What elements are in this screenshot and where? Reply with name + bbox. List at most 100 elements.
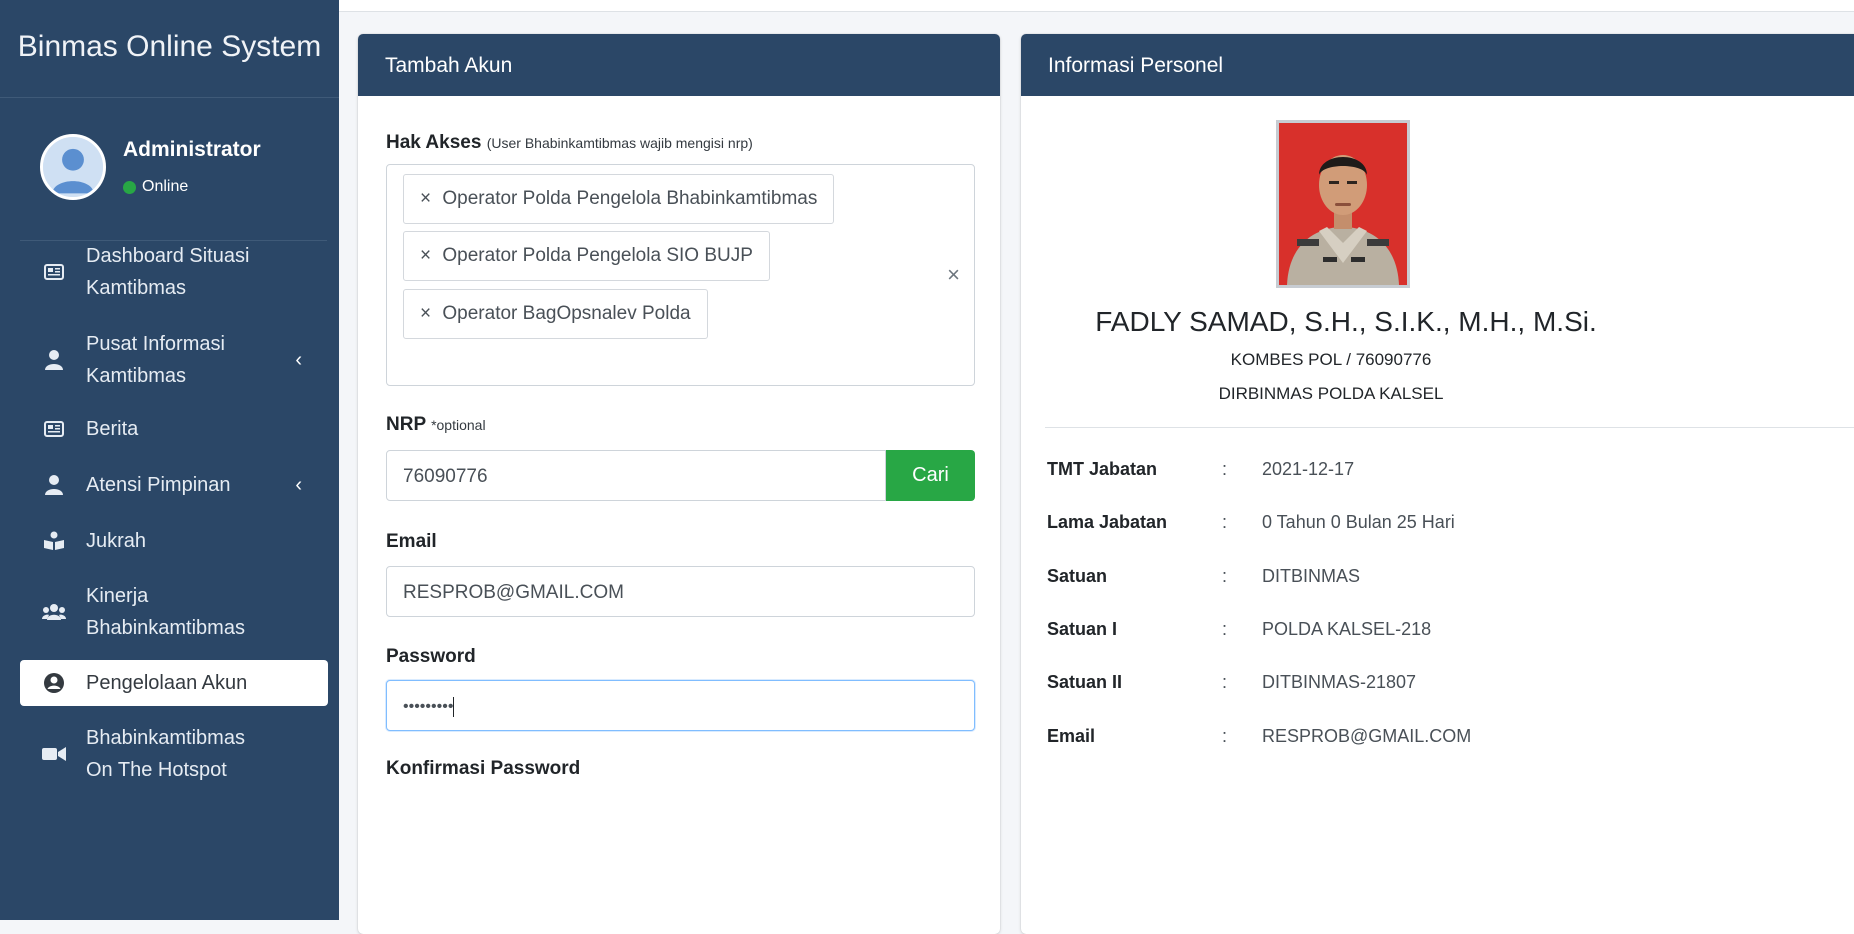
- password-input[interactable]: •••••••••: [386, 680, 975, 731]
- email-input[interactable]: RESPROB@GMAIL.COM: [386, 566, 975, 617]
- hak-akses-multiselect[interactable]: × Operator Polda Pengelola Bhabinkamtibm…: [386, 164, 975, 386]
- hak-akses-label-text: Hak Akses: [386, 132, 482, 153]
- nrp-label: NRP *optional: [386, 414, 486, 436]
- info-separator: :: [1222, 566, 1228, 586]
- card-title: Tambah Akun: [358, 34, 1000, 96]
- info-row-satuan-i: Satuan I : POLDA KALSEL-218: [1047, 619, 1431, 640]
- user-status-label: Online: [142, 178, 189, 195]
- user-avatar-icon: [43, 137, 103, 197]
- password-label: Password: [386, 646, 476, 667]
- info-key: Satuan I: [1047, 619, 1118, 639]
- info-row-lama-jabatan: Lama Jabatan : 0 Tahun 0 Bulan 25 Hari: [1047, 512, 1455, 533]
- info-key: Email: [1047, 726, 1096, 746]
- personel-photo: [1276, 120, 1410, 288]
- sidebar-item-label: Bhabinkamtibmas On The Hotspot: [86, 722, 245, 786]
- hak-akses-hint: (User Bhabinkamtibmas wajib mengisi nrp): [486, 135, 753, 151]
- info-row-tmt-jabatan: TMT Jabatan : 2021-12-17: [1047, 459, 1354, 480]
- info-key: TMT Jabatan: [1047, 459, 1158, 479]
- sidebar-item-label: Atensi Pimpinan: [86, 474, 231, 496]
- text-cursor: [453, 697, 455, 717]
- hak-akses-label: Hak Akses (User Bhabinkamtibmas wajib me…: [386, 132, 753, 154]
- sidebar: Binmas Online System Administrator Onlin…: [0, 0, 339, 920]
- divider: [1045, 427, 1854, 428]
- info-value: 0 Tahun 0 Bulan 25 Hari: [1262, 512, 1455, 532]
- sidebar-item-label: Pusat Informasi Kamtibmas: [86, 328, 225, 392]
- nrp-input[interactable]: 76090776: [386, 450, 886, 501]
- video-icon: [40, 740, 68, 768]
- sidebar-item-label: Berita: [86, 418, 139, 440]
- selected-tag: × Operator Polda Pengelola SIO BUJP: [403, 231, 770, 281]
- user-group-icon: [40, 346, 68, 374]
- sidebar-item-on-the-hotspot[interactable]: Bhabinkamtibmas On The Hotspot: [20, 714, 328, 794]
- tag-remove-icon[interactable]: ×: [420, 303, 431, 324]
- sidebar-item-atensi-pimpinan[interactable]: Atensi Pimpinan ‹: [20, 462, 328, 508]
- sidebar-item-label-line1: Pusat Informasi: [86, 333, 225, 355]
- info-value: DITBINMAS-21807: [1262, 672, 1417, 692]
- selected-tag: × Operator Polda Pengelola Bhabinkamtibm…: [403, 174, 835, 224]
- user-status: Online: [123, 178, 188, 196]
- card-title: Informasi Personel: [1021, 34, 1854, 96]
- info-row-satuan: Satuan : DITBINMAS: [1047, 566, 1360, 587]
- online-status-dot-icon: [123, 180, 136, 194]
- info-key: Lama Jabatan: [1047, 512, 1168, 532]
- sidebar-item-label: Dashboard Situasi Kamtibmas: [86, 240, 249, 304]
- sidebar-item-label-line2: Kamtibmas: [86, 365, 187, 387]
- users-icon: [40, 598, 68, 626]
- cari-button[interactable]: Cari: [886, 450, 975, 501]
- chevron-left-icon[interactable]: ‹: [295, 345, 302, 375]
- konfirmasi-password-label: Konfirmasi Password: [386, 758, 581, 779]
- newspaper-icon: [40, 258, 68, 286]
- info-value: RESPROB@GMAIL.COM: [1262, 726, 1472, 746]
- sidebar-item-label-line1: Bhabinkamtibmas: [86, 727, 245, 749]
- sidebar-item-label-line2: Bhabinkamtibmas: [86, 617, 245, 639]
- info-row-email: Email : RESPROB@GMAIL.COM: [1047, 726, 1471, 747]
- info-key: Satuan: [1047, 566, 1108, 586]
- info-value: POLDA KALSEL-218: [1262, 619, 1432, 639]
- brand-title[interactable]: Binmas Online System: [0, 0, 339, 98]
- top-navbar: [339, 0, 1854, 12]
- info-separator: :: [1222, 672, 1228, 692]
- info-separator: :: [1222, 726, 1228, 746]
- password-value: •••••••••: [403, 698, 454, 716]
- chevron-left-icon[interactable]: ‹: [295, 470, 302, 500]
- newspaper-icon: [40, 415, 68, 443]
- personel-name: FADLY SAMAD, S.H., S.I.K., M.H., M.Si.: [1095, 306, 1597, 337]
- sidebar-item-berita[interactable]: Berita: [20, 406, 328, 452]
- user-panel: Administrator Online: [20, 98, 327, 241]
- informasi-personel-card: Informasi Personel FADLY SAMAD, S.H., S.…: [1021, 34, 1854, 934]
- reader-icon: [40, 527, 68, 555]
- personel-rank-nrp: KOMBES POL / 76090776: [1230, 350, 1432, 369]
- info-separator: :: [1222, 619, 1228, 639]
- clear-all-icon[interactable]: ×: [947, 262, 960, 288]
- sidebar-item-kinerja[interactable]: Kinerja Bhabinkamtibmas: [20, 572, 328, 652]
- sidebar-item-pusat-informasi[interactable]: Pusat Informasi Kamtibmas ‹: [20, 320, 328, 400]
- info-value: 2021-12-17: [1262, 459, 1355, 479]
- info-row-satuan-ii: Satuan II : DITBINMAS-21807: [1047, 672, 1416, 693]
- sidebar-item-label: Kinerja Bhabinkamtibmas: [86, 580, 245, 644]
- nrp-label-text: NRP: [386, 414, 426, 435]
- personel-unit: DIRBINMAS POLDA KALSEL: [1218, 384, 1444, 403]
- tag-label: Operator BagOpsnalev Polda: [442, 303, 691, 324]
- info-value: DITBINMAS: [1262, 566, 1361, 586]
- user-circle-icon: [40, 669, 68, 697]
- sidebar-item-label-line1: Dashboard Situasi: [86, 245, 250, 267]
- user-group-icon: [40, 471, 68, 499]
- info-key: Satuan II: [1047, 672, 1123, 692]
- sidebar-menu: Dashboard Situasi Kamtibmas Pusat Inform…: [20, 245, 328, 781]
- sidebar-item-label-line2: Kamtibmas: [86, 277, 187, 299]
- sidebar-item-dashboard-situasi[interactable]: Dashboard Situasi Kamtibmas: [20, 232, 328, 312]
- info-separator: :: [1222, 459, 1228, 479]
- sidebar-item-label-line2: On The Hotspot: [86, 759, 227, 781]
- sidebar-item-pengelolaan-akun[interactable]: Pengelolaan Akun: [20, 660, 328, 706]
- user-name[interactable]: Administrator: [123, 138, 261, 162]
- tambah-akun-card: Tambah Akun Hak Akses (User Bhabinkamtib…: [358, 34, 1000, 934]
- nrp-hint: *optional: [431, 417, 486, 433]
- tag-remove-icon[interactable]: ×: [420, 188, 431, 209]
- sidebar-item-jukrah[interactable]: Jukrah: [20, 518, 328, 564]
- tag-label: Operator Polda Pengelola Bhabinkamtibmas: [442, 188, 818, 209]
- personel-photo-image: [1279, 123, 1407, 285]
- avatar[interactable]: [40, 134, 106, 200]
- sidebar-item-label: Jukrah: [86, 530, 147, 552]
- tag-remove-icon[interactable]: ×: [420, 245, 431, 266]
- sidebar-item-label: Pengelolaan Akun: [86, 672, 248, 694]
